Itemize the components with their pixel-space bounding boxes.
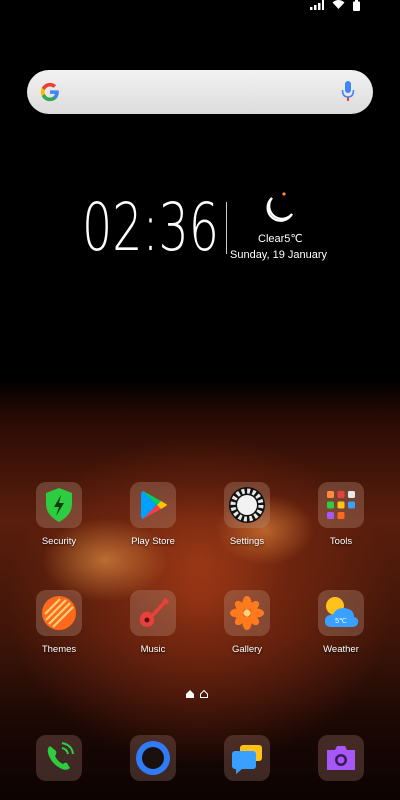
themes-icon [36,590,82,636]
app-label: Gallery [231,644,263,655]
dock-camera[interactable] [301,735,381,781]
messages-icon [224,735,270,781]
app-label: Tools [329,536,353,547]
home-page-icon [200,690,208,698]
google-logo [40,82,59,102]
app-label: Security [41,536,77,547]
app-settings[interactable]: Settings [207,482,287,547]
phone-icon [36,735,82,781]
wifi-icon [332,0,345,9]
status-bar [310,0,360,12]
dock-browser[interactable] [113,735,193,781]
browser-icon [130,735,176,781]
guitar-icon [130,590,176,636]
app-themes[interactable]: Themes [19,590,99,655]
app-label: Play Store [131,536,175,547]
clock-time[interactable]: 02:36 [82,193,219,263]
app-weather[interactable]: 5℃ Weather [301,590,381,655]
camera-icon [318,735,364,781]
date-text: Sunday, 19 January [230,249,328,261]
flower-icon [224,590,270,636]
weather-text: Clear5℃ [258,233,303,245]
dock-phone[interactable] [19,735,99,781]
clock-weather-widget[interactable]: 02:36 Clear5℃ Sunday, 19 January [0,190,400,280]
dock-messages[interactable] [207,735,287,781]
signal-icon [310,0,324,10]
weather-badge: 5℃ [335,618,347,625]
google-search-bar[interactable] [27,70,373,114]
app-gallery[interactable]: Gallery [207,590,287,655]
app-security[interactable]: Security [19,482,99,547]
app-label: Settings [229,536,265,547]
page-dot-icon [186,690,194,698]
app-label: Themes [41,644,77,655]
app-tools-folder[interactable]: Tools [301,482,381,547]
app-music[interactable]: Music [113,590,193,655]
battery-icon [353,0,360,11]
weather-icon: 5℃ [318,590,364,636]
mic-icon[interactable] [341,80,355,104]
moon-icon [266,192,293,222]
shield-icon [36,482,82,528]
app-play-store[interactable]: Play Store [113,482,193,547]
page-indicator[interactable] [186,690,208,698]
app-label: Weather [323,644,359,655]
play-store-icon [130,482,176,528]
widget-divider [226,202,227,254]
tools-folder-icon [318,482,364,528]
app-label: Music [140,644,166,655]
gear-icon [224,482,270,528]
